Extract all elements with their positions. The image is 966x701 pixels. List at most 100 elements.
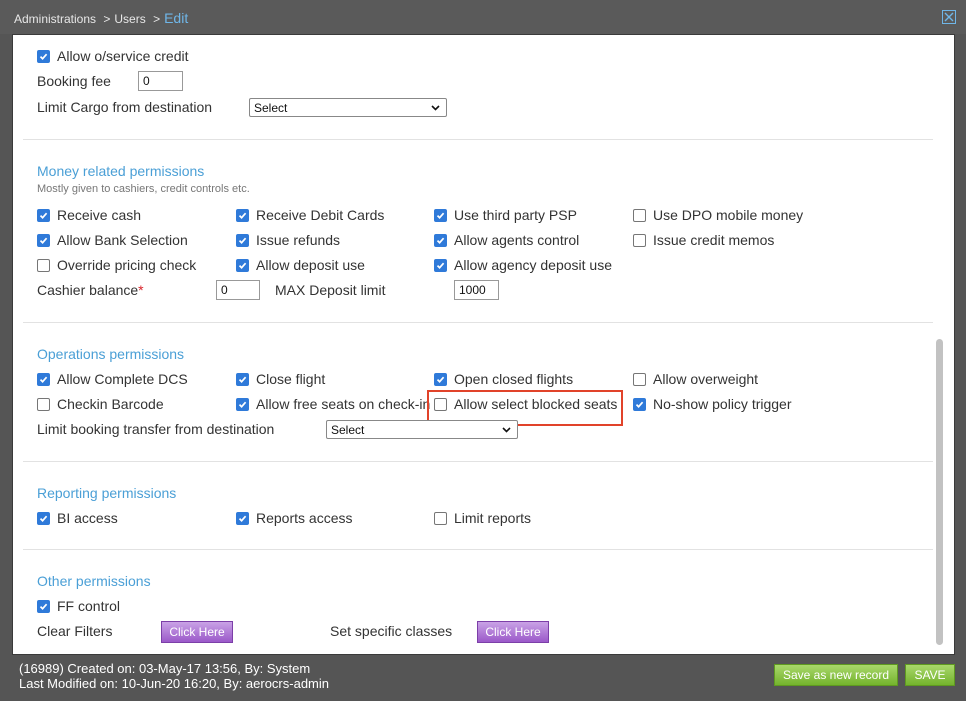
checkbox-label: Allow overweight <box>653 371 759 387</box>
save-button[interactable]: SAVE <box>905 664 955 686</box>
other-section-title: Other permissions <box>37 573 151 589</box>
checkbox-box[interactable] <box>236 372 249 386</box>
checkbox-allow-agency-deposit-use[interactable]: Allow agency deposit use <box>434 256 612 274</box>
checkbox-box[interactable] <box>37 49 50 63</box>
checkbox-box[interactable] <box>633 372 646 386</box>
checkbox-label: Allow deposit use <box>256 257 365 273</box>
breadcrumb-users[interactable]: Users <box>114 12 145 26</box>
checkbox-box[interactable] <box>37 233 50 247</box>
checkbox-box[interactable] <box>434 258 447 272</box>
checkbox-allow-overweight[interactable]: Allow overweight <box>633 370 758 388</box>
checkbox-box[interactable] <box>37 372 50 386</box>
checkmark-icon <box>238 262 247 269</box>
breadcrumb-administrations[interactable]: Administrations <box>14 12 96 26</box>
checkbox-box[interactable] <box>236 233 249 247</box>
checkmark-icon <box>436 212 445 219</box>
required-marker: * <box>138 282 144 298</box>
checkbox-box[interactable] <box>37 258 50 272</box>
checkbox-box[interactable] <box>236 208 249 222</box>
checkbox-allow-complete-dcs[interactable]: Allow Complete DCS <box>37 370 188 388</box>
checkbox-box[interactable] <box>236 511 249 525</box>
checkbox-box[interactable] <box>434 208 447 222</box>
section-divider <box>23 139 933 140</box>
breadcrumb: Administrations > Users > Edit <box>14 10 188 26</box>
checkbox-box[interactable] <box>37 208 50 222</box>
checkbox-label: Use third party PSP <box>454 207 577 223</box>
breadcrumb-separator: > <box>153 12 161 26</box>
checkbox-box[interactable] <box>37 599 50 613</box>
reporting-section-title: Reporting permissions <box>37 485 177 501</box>
checkmark-icon <box>436 262 445 269</box>
max-deposit-input[interactable] <box>454 280 499 300</box>
checkmark-icon <box>238 212 247 219</box>
checkbox-receive-cash[interactable]: Receive cash <box>37 206 141 224</box>
limit-cargo-select-value: Select <box>254 100 288 115</box>
checkbox-label: Allow agency deposit use <box>454 257 612 273</box>
checkbox-no-show-policy-trigger[interactable]: No-show policy trigger <box>633 395 792 413</box>
checkbox-dpo-mobile-money[interactable]: Use DPO mobile money <box>633 206 803 224</box>
modified-info: Last Modified on: 10-Jun-20 16:20, By: a… <box>19 676 330 691</box>
checkbox-box[interactable] <box>236 397 249 411</box>
checkbox-box[interactable] <box>633 208 646 222</box>
close-button[interactable] <box>942 10 956 24</box>
booking-fee-input[interactable] <box>138 71 183 91</box>
checkbox-bi-access[interactable]: BI access <box>37 509 118 527</box>
checkbox-label: Override pricing check <box>57 257 197 273</box>
checkmark-icon <box>238 401 247 408</box>
checkbox-label: Allow Bank Selection <box>57 232 188 248</box>
save-as-new-record-button[interactable]: Save as new record <box>774 664 898 686</box>
checkmark-icon <box>436 237 445 244</box>
checkbox-open-closed-flights[interactable]: Open closed flights <box>434 370 573 388</box>
checkbox-label: Limit reports <box>454 510 532 526</box>
breadcrumb-separator: > <box>103 12 111 26</box>
limit-transfer-label: Limit booking transfer from destination <box>37 421 275 437</box>
breadcrumb-current-edit: Edit <box>164 10 189 26</box>
cashier-balance-input[interactable] <box>216 280 260 300</box>
checkbox-label: Open closed flights <box>454 371 574 387</box>
checkbox-box[interactable] <box>37 511 50 525</box>
scrollbar-thumb[interactable] <box>936 339 943 645</box>
limit-transfer-select[interactable]: Select <box>326 420 518 439</box>
checkmark-icon <box>238 376 247 383</box>
checkbox-allow-bank-selection[interactable]: Allow Bank Selection <box>37 231 188 249</box>
limit-cargo-select[interactable]: Select <box>249 98 447 117</box>
section-divider <box>23 549 933 550</box>
checkbox-label: Reports access <box>256 510 353 526</box>
specific-classes-button[interactable]: Click Here <box>477 621 549 643</box>
checkbox-box[interactable] <box>633 233 646 247</box>
checkbox-box[interactable] <box>37 397 50 411</box>
booking-fee-label: Booking fee <box>37 73 111 89</box>
checkbox-allow-agents-control[interactable]: Allow agents control <box>434 231 579 249</box>
checkbox-limit-reports[interactable]: Limit reports <box>434 509 531 527</box>
checkbox-third-party-psp[interactable]: Use third party PSP <box>434 206 577 224</box>
clear-filters-button[interactable]: Click Here <box>161 621 233 643</box>
checkbox-box[interactable] <box>434 511 447 525</box>
checkbox-allow-deposit-use[interactable]: Allow deposit use <box>236 256 365 274</box>
record-info: (16989) Created on: 03-May-17 13:56, By:… <box>19 661 329 691</box>
checkbox-allow-service-credit[interactable]: Allow o/service credit <box>37 47 189 65</box>
checkbox-issue-refunds[interactable]: Issue refunds <box>236 231 340 249</box>
cashier-balance-label: Cashier balance* <box>37 282 144 298</box>
checkbox-box[interactable] <box>434 233 447 247</box>
checkmark-icon <box>39 603 48 610</box>
checkbox-issue-credit-memos[interactable]: Issue credit memos <box>633 231 774 249</box>
checkbox-free-seats-checkin[interactable]: Allow free seats on check-in <box>236 395 430 413</box>
checkbox-label: Allow Complete DCS <box>57 371 188 387</box>
checkbox-box[interactable] <box>434 372 447 386</box>
checkmark-icon <box>436 376 445 383</box>
checkbox-ff-control[interactable]: FF control <box>37 597 120 615</box>
checkbox-checkin-barcode[interactable]: Checkin Barcode <box>37 395 164 413</box>
checkbox-label: Close flight <box>256 371 326 387</box>
checkmark-icon <box>39 515 48 522</box>
limit-cargo-label: Limit Cargo from destination <box>37 99 213 115</box>
checkbox-receive-debit-cards[interactable]: Receive Debit Cards <box>236 206 384 224</box>
checkbox-reports-access[interactable]: Reports access <box>236 509 352 527</box>
checkbox-box[interactable] <box>236 258 249 272</box>
checkbox-label: Allow free seats on check-in <box>256 396 431 412</box>
checkmark-icon <box>39 212 48 219</box>
limit-transfer-select-value: Select <box>331 422 365 437</box>
checkbox-close-flight[interactable]: Close flight <box>236 370 325 388</box>
checkbox-box[interactable] <box>633 397 646 411</box>
checkbox-override-pricing-check[interactable]: Override pricing check <box>37 256 196 274</box>
checkbox-label: Receive Debit Cards <box>256 207 385 223</box>
